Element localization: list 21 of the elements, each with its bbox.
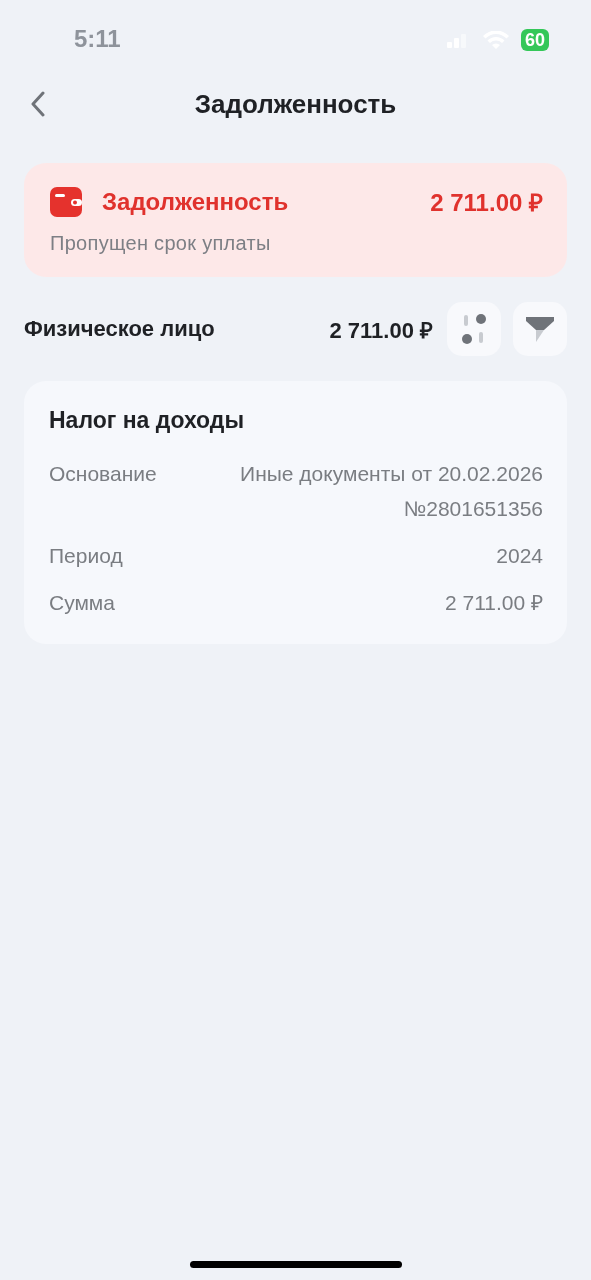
detail-value: 2024 [496, 543, 543, 569]
debt-note: Пропущен срок уплаты [50, 232, 272, 255]
detail-value: 2 711.00 ₽ [444, 590, 543, 616]
detail-value: Иные документы от 20.02.2026 №2801651356 [239, 461, 543, 522]
sliders-icon [461, 313, 487, 345]
battery-level: 60 [520, 29, 549, 51]
tax-title: Налог на доходы [49, 407, 246, 434]
detail-label: Период [49, 543, 123, 569]
filter-icon [525, 314, 555, 344]
sort-button[interactable] [447, 302, 501, 356]
debt-amount: 2 711.00 ₽ [430, 188, 543, 218]
debt-title: Задолженность [102, 187, 290, 216]
chevron-left-icon [31, 91, 45, 117]
payer-amount: 2 711.00 ₽ [329, 317, 433, 344]
wallet-icon [50, 186, 82, 217]
page-title: Задолженность [194, 88, 397, 120]
detail-label: Основание [49, 461, 157, 487]
status-time: 5:11 [74, 25, 121, 53]
detail-label: Сумма [49, 590, 115, 616]
filter-button[interactable] [513, 302, 567, 356]
payer-label: Физическое лицо [24, 316, 216, 342]
